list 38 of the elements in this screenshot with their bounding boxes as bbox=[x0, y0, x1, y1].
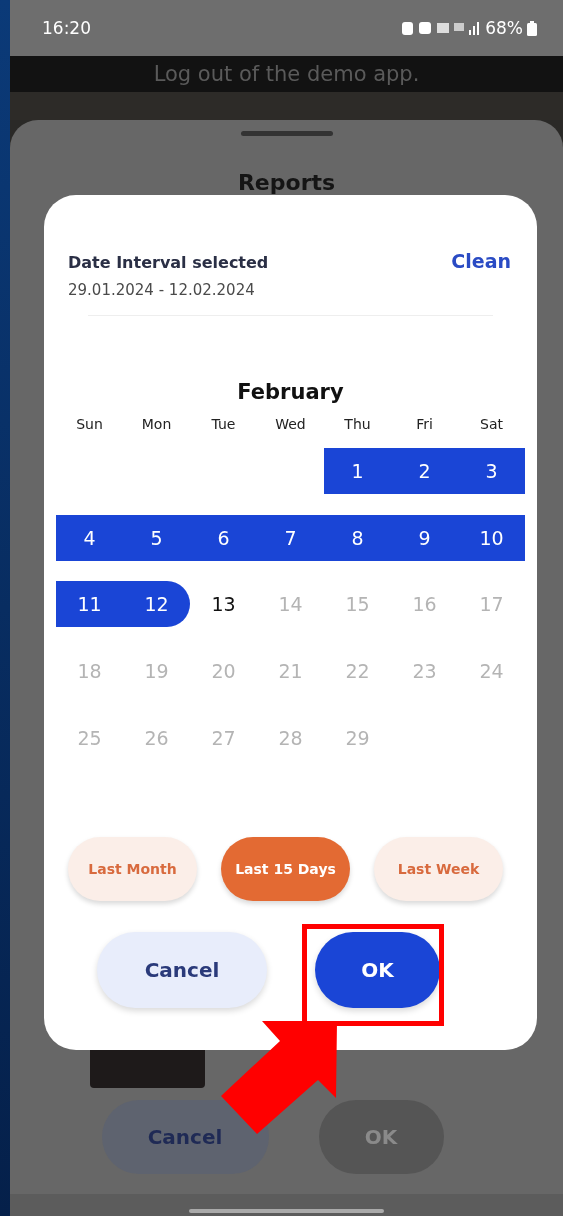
weekday-label: Fri bbox=[415, 416, 434, 432]
weekday-label: Tue bbox=[210, 416, 237, 432]
calendar-day[interactable]: 1 bbox=[324, 448, 391, 494]
cancel-button[interactable]: Cancel bbox=[101, 1100, 269, 1174]
sheet-handle[interactable] bbox=[240, 131, 333, 136]
battery-icon bbox=[527, 20, 537, 36]
sheet-title: Reports bbox=[237, 170, 336, 195]
calendar-day[interactable]: 6 bbox=[190, 514, 257, 561]
calendar-day[interactable]: 12 bbox=[123, 581, 190, 628]
weekday-label: Sat bbox=[479, 416, 504, 432]
preset-chip[interactable]: Last 15 Days bbox=[221, 837, 350, 902]
calendar-day[interactable]: 13 bbox=[190, 581, 257, 628]
calendar-day[interactable]: 9 bbox=[391, 514, 458, 561]
preset-chip[interactable]: Last Week bbox=[374, 837, 503, 902]
calendar-day[interactable]: 4 bbox=[56, 514, 123, 561]
battery-percent: 68% bbox=[485, 18, 523, 38]
preset-chip[interactable]: Last Month bbox=[68, 837, 197, 902]
ok-button[interactable]: OK bbox=[315, 932, 440, 1009]
weekday-label: Sun bbox=[75, 416, 104, 432]
logout-text: Log out of the demo app. bbox=[153, 62, 420, 86]
weekday-label: Wed bbox=[274, 416, 307, 432]
calendar-day[interactable]: 11 bbox=[56, 581, 123, 628]
calendar-day[interactable]: 8 bbox=[324, 514, 391, 561]
clean-link[interactable]: Clean bbox=[451, 250, 511, 272]
calendar-day[interactable]: 5 bbox=[123, 514, 190, 561]
weekday-label: Thu bbox=[343, 416, 372, 432]
home-indicator[interactable] bbox=[189, 1209, 384, 1213]
interval-text: 29.01.2024 - 12.02.2024 bbox=[68, 281, 256, 299]
calendar-day[interactable]: 3 bbox=[458, 448, 525, 494]
month-title: February bbox=[236, 380, 345, 404]
cancel-button[interactable]: Cancel bbox=[97, 932, 267, 1009]
weekday-label: Mon bbox=[140, 416, 173, 432]
pointer-arrow-icon bbox=[221, 1021, 337, 1134]
dialog-heading: Date Interval selected bbox=[68, 253, 269, 272]
calendar-day[interactable]: 7 bbox=[257, 514, 324, 561]
status-time: 16:20 bbox=[42, 18, 91, 38]
calendar-day[interactable]: 2 bbox=[391, 448, 458, 494]
calendar-day[interactable]: 10 bbox=[458, 514, 525, 561]
